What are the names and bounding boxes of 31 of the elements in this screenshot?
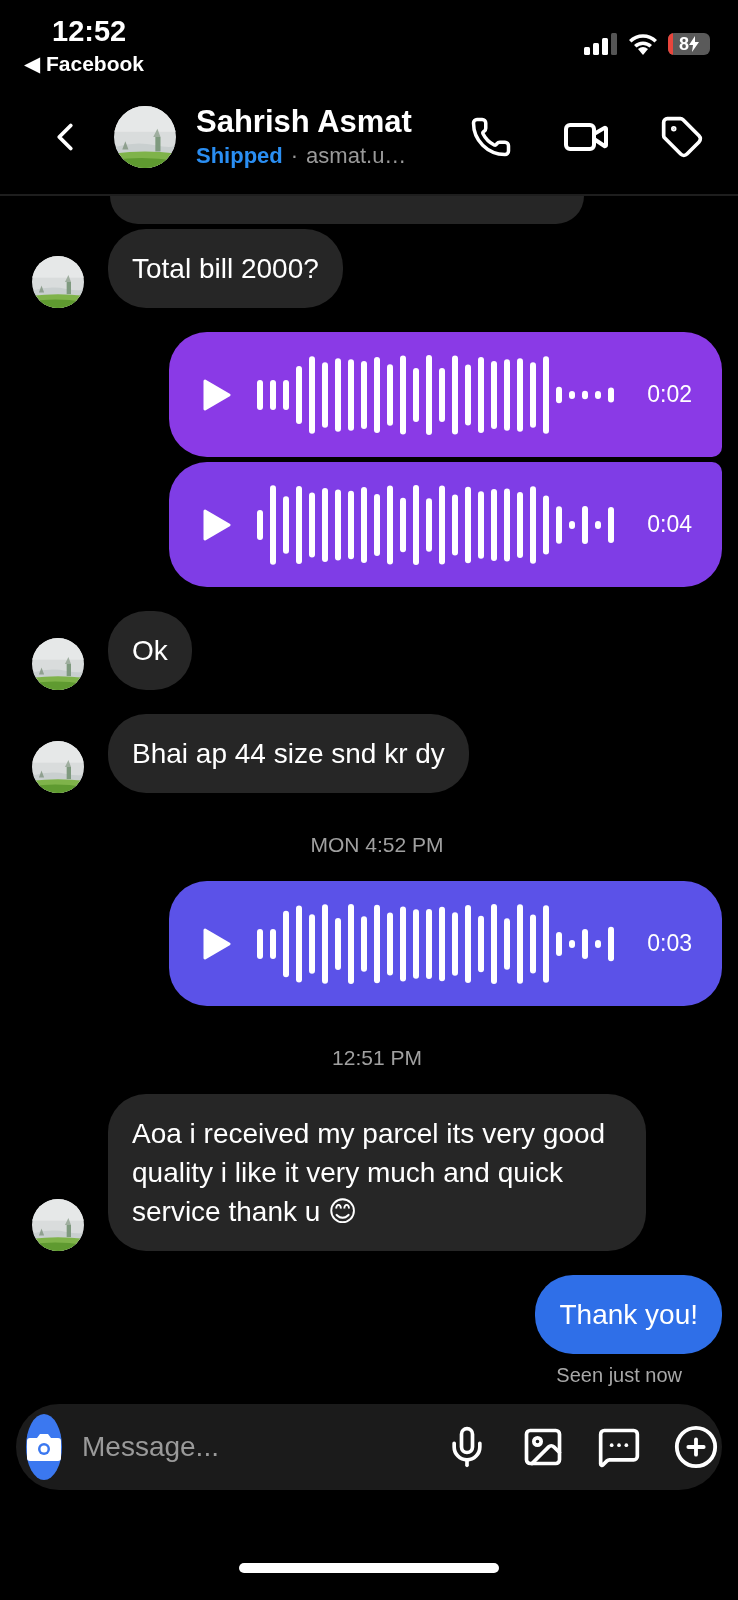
- message-bubble: Thank you!: [535, 1275, 722, 1354]
- message-bubble: Bhai ap 44 size snd kr dy: [108, 714, 469, 793]
- play-icon[interactable]: [203, 378, 232, 411]
- voice-duration: 0:03: [647, 930, 692, 957]
- message-bubble: Aoa i received my parcel its very good quality i like it very much and quick service thank u 😊: [108, 1094, 646, 1251]
- phone-icon[interactable]: [470, 116, 512, 158]
- contact-handle: asmat.u…: [306, 142, 407, 170]
- timestamp: 12:51 PM: [332, 1046, 422, 1069]
- signal-icon: [584, 33, 618, 55]
- wifi-icon: [628, 33, 658, 55]
- camera-button[interactable]: [26, 1414, 62, 1480]
- separator: ·: [290, 142, 299, 170]
- contact-name: Sahrish Asmat: [196, 103, 413, 141]
- status-label: Shipped: [196, 142, 283, 170]
- seen-status: Seen just now: [556, 1364, 682, 1387]
- add-icon[interactable]: [673, 1424, 719, 1470]
- camera-icon[interactable]: [26, 1432, 62, 1462]
- back-to-app-link[interactable]: ◀ Facebook: [24, 50, 144, 78]
- voice-duration: 0:02: [647, 381, 692, 408]
- play-icon[interactable]: [203, 508, 232, 541]
- message-bubble: Total bill 2000?: [108, 229, 343, 308]
- message-bubble: Ok: [108, 611, 192, 690]
- timestamp: MON 4:52 PM: [310, 833, 444, 856]
- battery-icon: 8: [668, 33, 710, 55]
- voice-message[interactable]: 0:04: [169, 462, 722, 587]
- voice-message[interactable]: 0:02: [169, 332, 722, 457]
- voice-message[interactable]: 0:03: [169, 881, 722, 1006]
- tag-icon[interactable]: [660, 115, 704, 159]
- status-time: 12:52: [52, 14, 127, 48]
- play-icon[interactable]: [203, 927, 232, 960]
- voice-duration: 0:04: [647, 511, 692, 538]
